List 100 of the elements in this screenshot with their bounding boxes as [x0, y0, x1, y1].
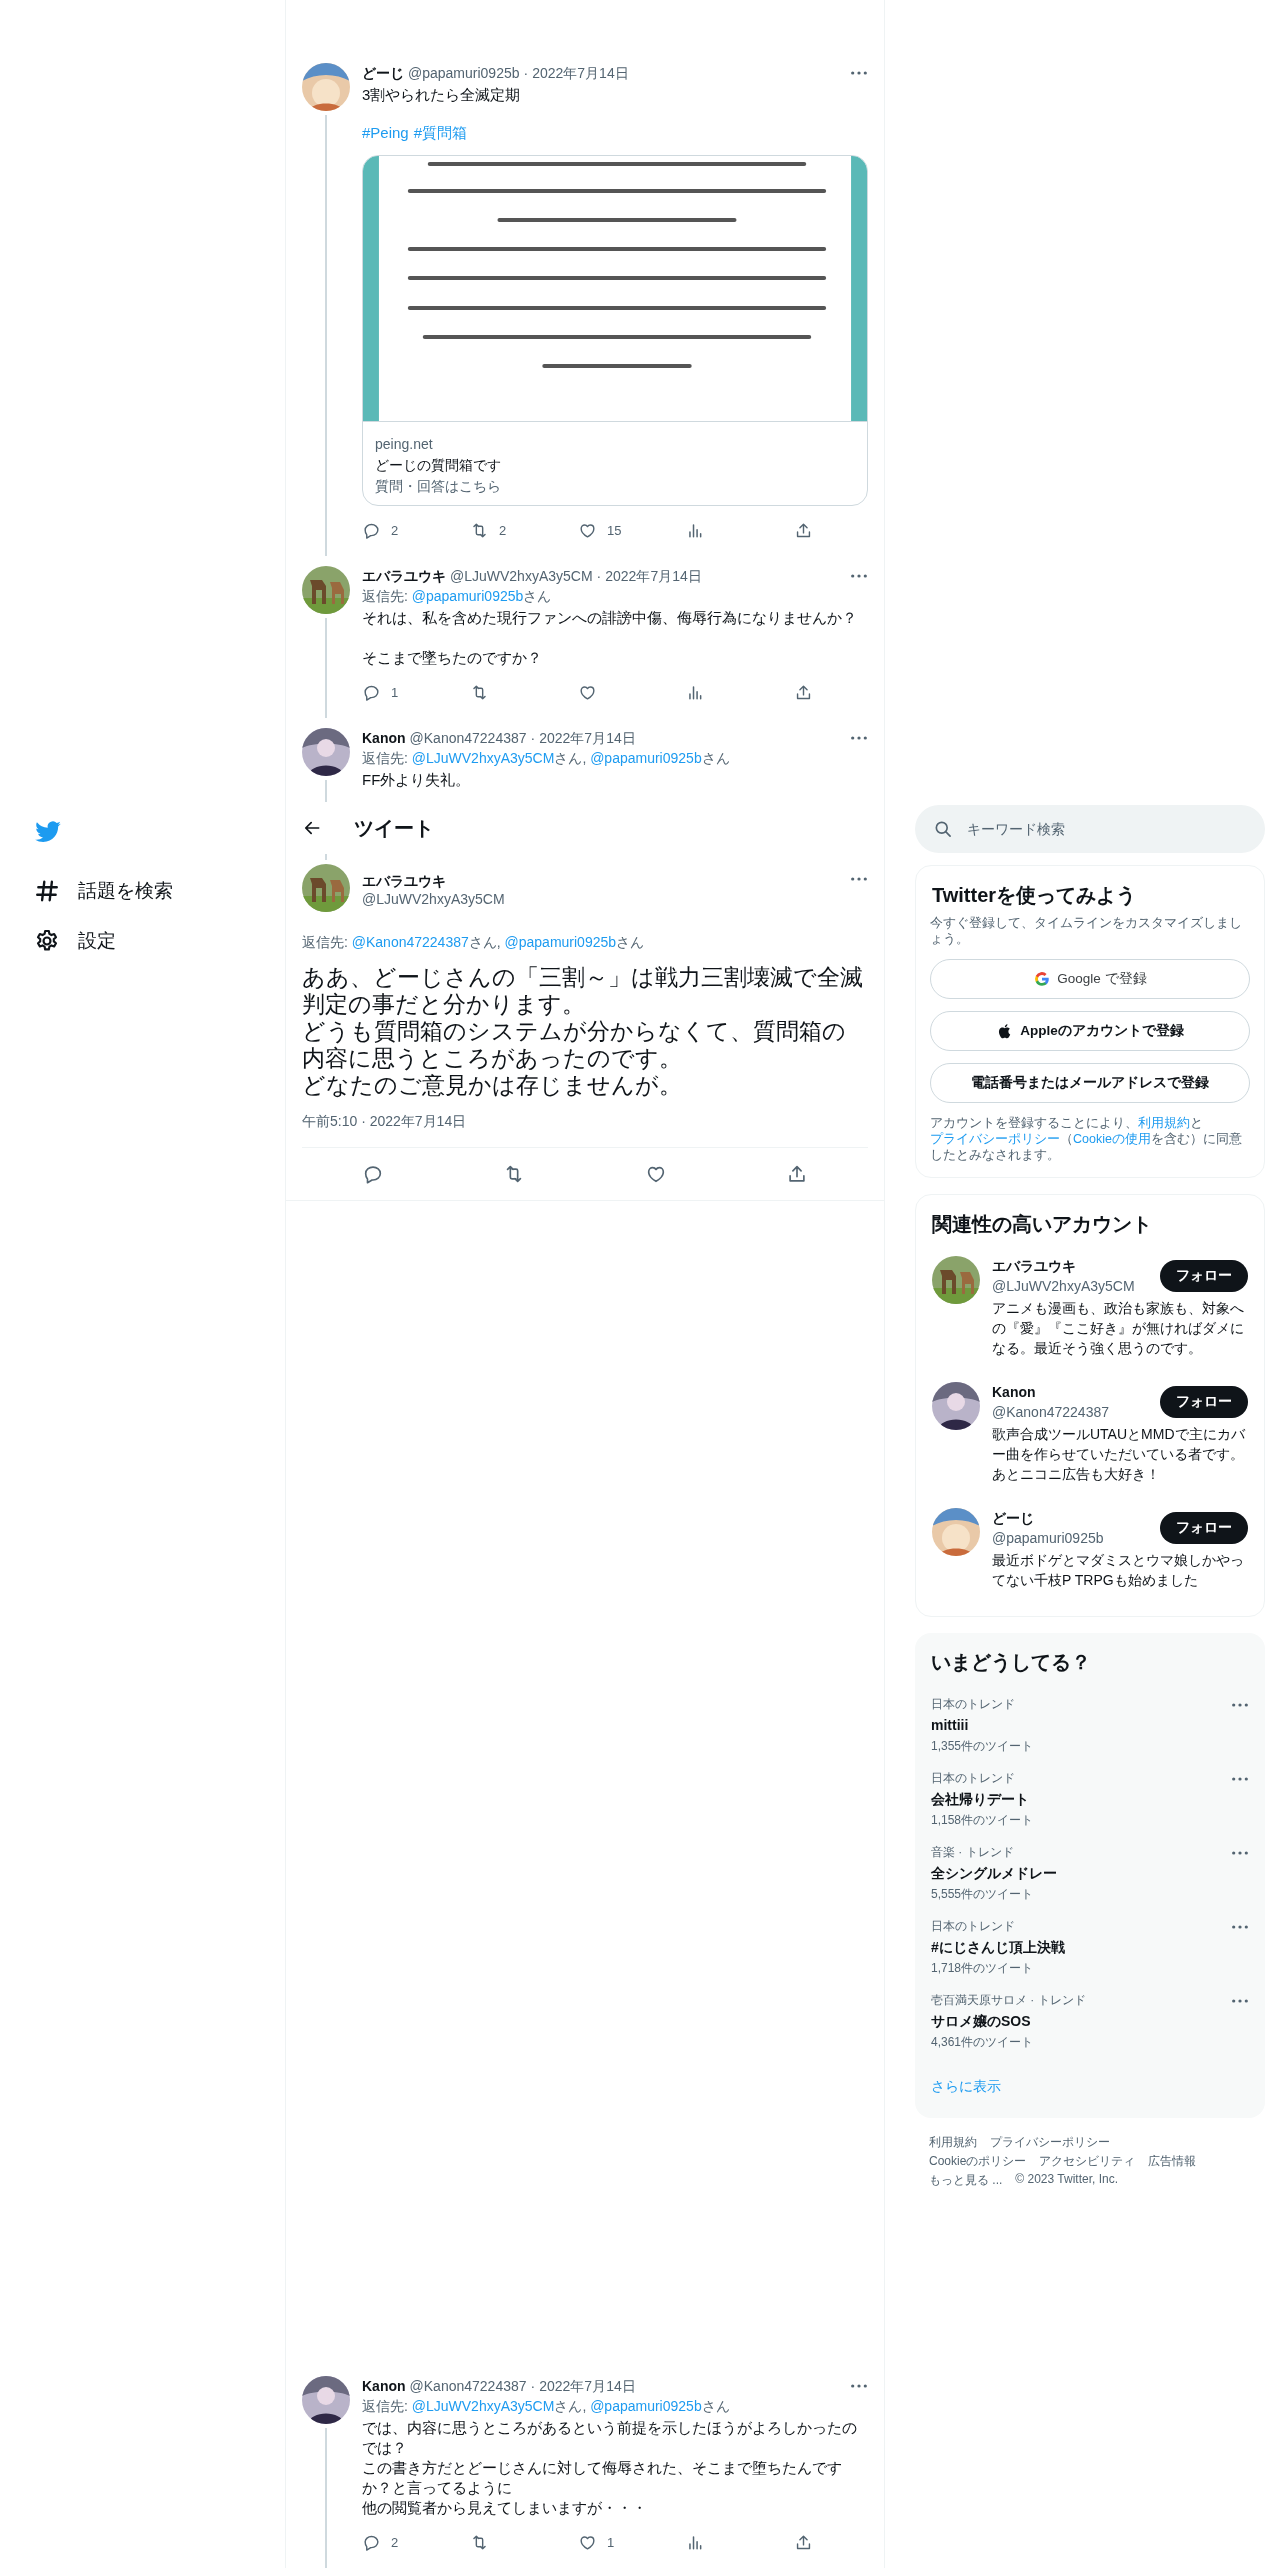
- author-name[interactable]: エバラユウキ: [362, 566, 446, 586]
- tweet-text: 他の閲覧者から見えてしまいますが・・・: [362, 2498, 648, 2518]
- action-count: 1: [391, 684, 399, 700]
- separator-dot: ·: [596, 567, 602, 586]
- avatar[interactable]: [302, 728, 350, 776]
- account-name[interactable]: エバラユウキ: [992, 1256, 1135, 1276]
- hash-icon: [34, 878, 60, 904]
- footer-link[interactable]: © 2023 Twitter, Inc.: [1015, 2172, 1119, 2189]
- panel-title: いまどうしてる？: [931, 1650, 1092, 1675]
- footer-link[interactable]: Cookieのポリシー: [929, 2153, 1027, 2170]
- trend-count: 1,718件のツイート: [931, 1960, 1035, 1977]
- avatar[interactable]: [302, 864, 350, 912]
- separator-dot: ·: [523, 64, 529, 83]
- author-name[interactable]: エバラユウキ: [362, 872, 838, 890]
- trend-name[interactable]: 全シングルメドレー: [931, 1862, 1057, 1884]
- trend-name[interactable]: #にじさんじ頂上決戦: [931, 1936, 1065, 1958]
- follow-button[interactable]: フォロー: [1160, 1512, 1248, 1544]
- share-icon[interactable]: [794, 520, 813, 540]
- tweet-date[interactable]: 2022年7月14日: [539, 2376, 636, 2396]
- author-handle[interactable]: @papamuri0925b: [408, 63, 520, 83]
- trend-name[interactable]: mittiii: [931, 1714, 1034, 1736]
- author-name[interactable]: Kanon: [362, 2376, 406, 2396]
- footer-link[interactable]: 利用規約: [929, 2134, 977, 2151]
- avatar[interactable]: [302, 566, 350, 614]
- settings-icon: [34, 928, 60, 954]
- card-domain: peing.net: [375, 435, 434, 454]
- more-icon[interactable]: [1231, 1924, 1249, 1930]
- link-card[interactable]: peing.net どーじの質問箱です 質問・回答はこちら: [362, 155, 868, 506]
- signup-button[interactable]: 電話番号またはメールアドレスで登録: [930, 1063, 1250, 1103]
- avatar[interactable]: [932, 1382, 980, 1430]
- account-handle[interactable]: @Kanon47224387: [992, 1402, 1109, 1422]
- page-title: ツイート: [354, 815, 434, 841]
- tweet-text: この書き方だとどーじさんに対して侮辱された、そこまで堕ちたんです: [362, 2458, 843, 2478]
- separator-dot: ·: [530, 729, 536, 748]
- tweet-date[interactable]: 2022年7月14日: [532, 63, 629, 83]
- tweet-text: そこまで墜ちたのですか？: [362, 648, 543, 668]
- reply-to-line: 返信先: @papamuri0925bさん: [362, 587, 553, 606]
- panel-subtitle: 今すぐ登録して、タイムラインをカスタマイズしましょう。: [930, 915, 1243, 947]
- tweet-text: ああ、どーじさんの「三割～」は戦力三割壊滅で全滅: [302, 964, 864, 991]
- more-icon[interactable]: [1231, 1702, 1249, 1708]
- tweet-date[interactable]: 2022年7月14日: [539, 728, 636, 748]
- tweet-text: では、内容に思うところがあるという前提を示したほうがよろしかったの: [362, 2418, 858, 2438]
- more-icon[interactable]: [1231, 1776, 1249, 1782]
- footer-link[interactable]: もっと見る ...: [929, 2172, 1003, 2189]
- retweet-icon[interactable]: [470, 2532, 489, 2552]
- trend-count: 4,361件のツイート: [931, 2034, 1035, 2051]
- trend-context: 日本のトレンド: [931, 1696, 1016, 1713]
- retweet-icon[interactable]: [470, 520, 489, 540]
- author-handle[interactable]: @LJuWV2hxyA3y5CM: [450, 566, 593, 586]
- account-handle[interactable]: @papamuri0925b: [992, 1528, 1104, 1548]
- trend-context: 日本のトレンド: [931, 1770, 1016, 1787]
- follow-button[interactable]: フォロー: [1160, 1260, 1248, 1292]
- footer-link[interactable]: 広告情報: [1148, 2153, 1197, 2170]
- trend-context: 日本のトレンド: [931, 1918, 1016, 1935]
- retweet-icon[interactable]: [470, 682, 489, 702]
- tweet-text: 判定の事だと分かります。: [302, 991, 586, 1018]
- card-description: 質問・回答はこちら: [375, 477, 502, 496]
- more-icon[interactable]: [850, 2383, 868, 2389]
- footer-link[interactable]: アクセシビリティ: [1039, 2153, 1136, 2170]
- more-icon[interactable]: [850, 735, 868, 741]
- action-count: 2: [391, 2534, 399, 2550]
- panel-title: 関連性の高いアカウント: [932, 1212, 1153, 1237]
- search-field[interactable]: キーワード検索: [915, 805, 1265, 853]
- legal-text: アカウントを登録することにより、利用規約 と プライバシーポリシー（Cookieの使用を含む）に同意したとみなされます。: [930, 1115, 1243, 1163]
- follow-button[interactable]: フォロー: [1160, 1386, 1248, 1418]
- more-icon[interactable]: [1231, 1850, 1249, 1856]
- signup-button[interactable]: Appleのアカウントで登録: [930, 1011, 1250, 1051]
- trend-name[interactable]: 会社帰りデート: [931, 1788, 1034, 1810]
- more-icon[interactable]: [850, 70, 868, 76]
- tweet-date[interactable]: 2022年7月14日: [605, 566, 702, 586]
- account-bio: 歌声合成ツールUTAUとMMDで主にカバー曲を作らせていただいている者です。あとニコニ広告も大好き！: [992, 1425, 1246, 1484]
- trend-count: 1,355件のツイート: [931, 1738, 1034, 1755]
- author-handle[interactable]: @LJuWV2hxyA3y5CM: [362, 890, 838, 908]
- share-icon[interactable]: [794, 682, 813, 702]
- more-icon[interactable]: [1231, 1998, 1249, 2004]
- footer-link[interactable]: プライバシーポリシー: [990, 2134, 1110, 2151]
- trend-context: 壱百満天原サロメ · トレンド: [931, 1992, 1086, 2009]
- author-handle[interactable]: @Kanon47224387: [409, 2376, 527, 2396]
- account-name[interactable]: どーじ: [992, 1508, 1104, 1528]
- tweet-text: では？: [362, 2438, 408, 2458]
- more-icon[interactable]: [850, 876, 868, 882]
- author-name[interactable]: Kanon: [362, 728, 406, 748]
- more-icon[interactable]: [850, 573, 868, 579]
- reply-to-line: 返信先: @LJuWV2hxyA3y5CMさん, @papamuri0925b さん: [362, 749, 731, 768]
- avatar[interactable]: [932, 1256, 980, 1304]
- google-icon: [1033, 970, 1052, 988]
- account-handle[interactable]: @LJuWV2hxyA3y5CM: [992, 1276, 1135, 1296]
- author-name[interactable]: どーじ: [362, 63, 404, 83]
- account-name[interactable]: Kanon: [992, 1382, 1109, 1402]
- author-handle[interactable]: @Kanon47224387: [409, 728, 527, 748]
- tweet-timestamp[interactable]: 午前5:10 · 2022年7月14日: [302, 1113, 868, 1148]
- signup-button[interactable]: Google で登録: [930, 959, 1250, 999]
- avatar[interactable]: [302, 2376, 350, 2424]
- nav-item[interactable]: 設定: [22, 916, 128, 966]
- card-title: どーじの質問箱です: [375, 456, 502, 475]
- trend-name[interactable]: サロメ嬢のSOS: [931, 2010, 1086, 2032]
- share-icon[interactable]: [794, 2532, 813, 2552]
- account-bio: 最近ボドゲとマダミスとウマ娘しかやってない千枝P TRPGも始めました: [992, 1551, 1245, 1590]
- action-count: 2: [499, 522, 507, 538]
- nav-item[interactable]: 話題を検索: [22, 866, 185, 916]
